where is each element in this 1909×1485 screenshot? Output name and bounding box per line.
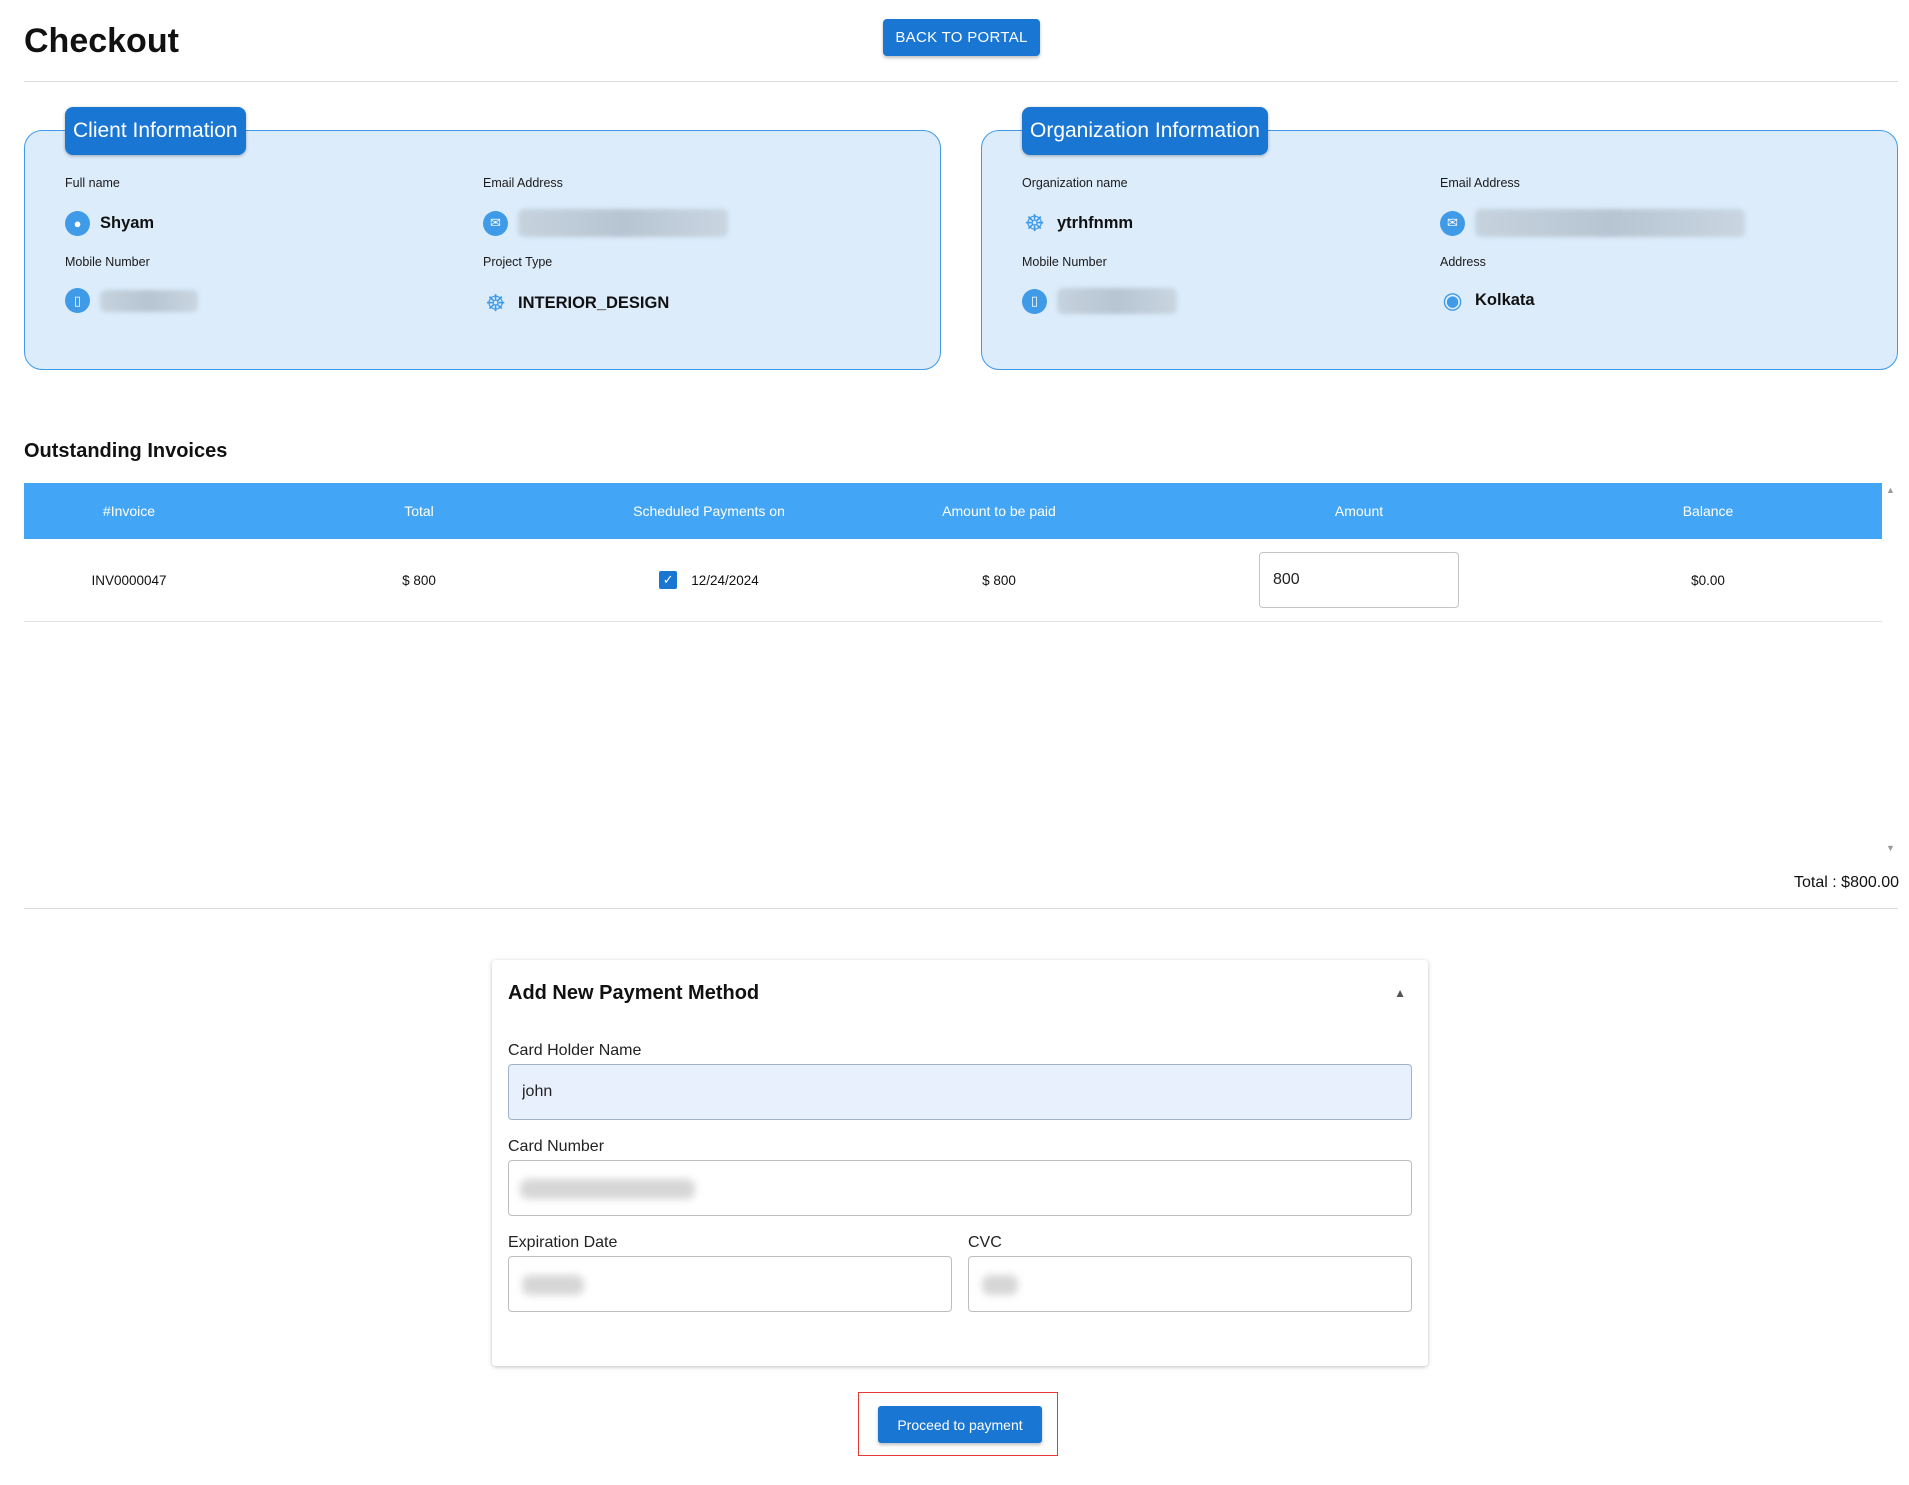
full-name-value: ● Shyam xyxy=(65,211,154,236)
col-amount-to-pay: Amount to be paid xyxy=(942,503,1056,519)
col-balance: Balance xyxy=(1682,503,1734,519)
page-title: Checkout xyxy=(24,22,179,60)
invoice-total: $ 800 xyxy=(402,572,436,588)
total-divider xyxy=(24,908,1898,909)
col-invoice: #Invoice xyxy=(102,503,156,519)
cvc-input[interactable] xyxy=(968,1256,1412,1312)
full-name-text: Shyam xyxy=(100,214,155,232)
proceed-to-payment-button[interactable]: Proceed to payment xyxy=(878,1406,1042,1443)
org-mobile-redacted xyxy=(1057,288,1177,314)
project-type-text: INTERIOR_DESIGN xyxy=(518,294,670,312)
card-number-redacted xyxy=(520,1179,695,1199)
client-info-card: Client Information Full name ● Shyam Ema… xyxy=(24,107,941,370)
building-icon: ☸ xyxy=(485,290,506,316)
organization-info-heading: Organization Information xyxy=(1022,107,1268,155)
invoice-total-line: Total : $800.00 xyxy=(1794,874,1899,891)
payment-method-title: Add New Payment Method xyxy=(508,982,760,1004)
client-mobile-label: Mobile Number xyxy=(65,255,150,269)
client-email-redacted xyxy=(518,209,728,237)
chevron-up-icon[interactable]: ▲ xyxy=(1394,986,1406,1000)
project-type-label: Project Type xyxy=(483,255,553,269)
org-email-redacted xyxy=(1475,209,1745,237)
org-name-label: Organization name xyxy=(1022,176,1128,190)
amount-cell xyxy=(1184,552,1534,608)
org-email-label: Email Address xyxy=(1440,176,1520,190)
org-address-label: Address xyxy=(1440,255,1486,269)
scroll-up-icon[interactable]: ▲ xyxy=(1883,485,1898,495)
scheduled-cell: ✓ 12/24/2024 xyxy=(604,571,814,589)
card-number-label: Card Number xyxy=(508,1138,605,1155)
user-icon: ● xyxy=(65,211,90,236)
header-divider xyxy=(24,81,1898,82)
scheduled-date: 12/24/2024 xyxy=(691,572,759,588)
table-row: INV0000047 $ 800 ✓ 12/24/2024 $ 800 $0.0… xyxy=(24,539,1882,622)
invoice-number: INV0000047 xyxy=(91,572,167,588)
client-mobile-redacted xyxy=(100,289,198,312)
outstanding-invoices-title: Outstanding Invoices xyxy=(24,440,228,462)
full-name-label: Full name xyxy=(65,176,120,190)
org-mobile-label: Mobile Number xyxy=(1022,255,1107,269)
cvc-redacted xyxy=(982,1275,1018,1295)
card-holder-label: Card Holder Name xyxy=(508,1042,642,1059)
client-email-value: ✉ xyxy=(483,209,728,237)
org-name-value: ☸ ytrhfnmm xyxy=(1022,210,1134,236)
col-total: Total xyxy=(404,503,434,519)
card-holder-input[interactable] xyxy=(508,1064,1412,1120)
organization-info-card: Organization Information Organization na… xyxy=(981,107,1898,370)
scroll-down-icon[interactable]: ▼ xyxy=(1883,843,1898,853)
phone-icon: ▯ xyxy=(65,288,90,313)
project-type-value: ☸ INTERIOR_DESIGN xyxy=(483,290,670,316)
org-email-value: ✉ xyxy=(1440,209,1745,237)
invoice-table-header: #Invoice Total Scheduled Payments on Amo… xyxy=(24,483,1882,539)
col-scheduled: Scheduled Payments on xyxy=(633,503,785,519)
col-amount: Amount xyxy=(1334,503,1384,519)
expiration-date-label: Expiration Date xyxy=(508,1234,618,1251)
invoice-table: #Invoice Total Scheduled Payments on Amo… xyxy=(24,483,1882,622)
client-info-heading: Client Information xyxy=(65,107,246,155)
client-email-label: Email Address xyxy=(483,176,563,190)
amount-to-pay: $ 800 xyxy=(982,572,1016,588)
location-pin-icon: ◉ xyxy=(1442,287,1463,313)
payment-method-card: Add New Payment Method ▲ Card Holder Nam… xyxy=(492,960,1428,1366)
mail-icon: ✉ xyxy=(483,210,508,236)
building-icon: ☸ xyxy=(1024,210,1045,236)
org-mobile-value: ▯ xyxy=(1022,288,1177,314)
org-address-text: Kolkata xyxy=(1475,291,1535,309)
table-scrollbar[interactable]: ▲ ▼ xyxy=(1883,483,1898,855)
cvc-label: CVC xyxy=(968,1234,1002,1251)
scheduled-checkbox[interactable]: ✓ xyxy=(659,571,678,589)
phone-icon: ▯ xyxy=(1022,288,1047,314)
org-name-text: ytrhfnmm xyxy=(1057,214,1134,232)
expiration-date-redacted xyxy=(522,1275,584,1295)
invoice-balance: $0.00 xyxy=(1691,572,1725,588)
back-to-portal-button[interactable]: BACK TO PORTAL xyxy=(883,19,1040,56)
amount-input[interactable] xyxy=(1259,552,1459,608)
org-address-value: ◉ Kolkata xyxy=(1440,287,1535,313)
mail-icon: ✉ xyxy=(1440,210,1465,236)
client-mobile-value: ▯ xyxy=(65,288,198,313)
